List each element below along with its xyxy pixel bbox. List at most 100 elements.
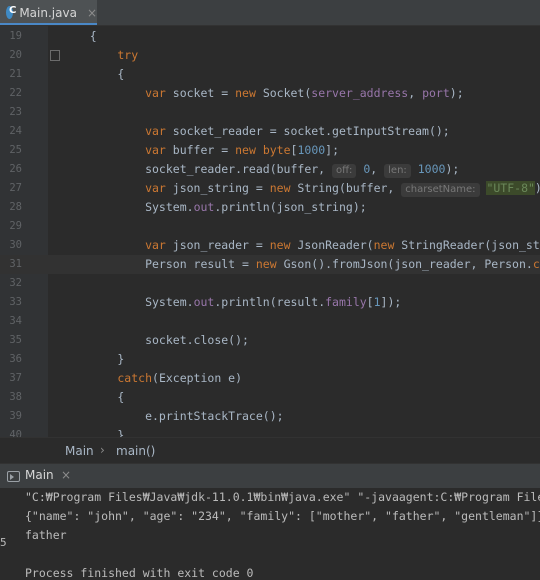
java-class-icon xyxy=(6,5,17,19)
code-line[interactable]: 21 { xyxy=(0,65,540,84)
code-token: (Exception e) xyxy=(152,371,243,385)
code-text: { xyxy=(62,27,97,46)
code-line[interactable]: 30 var json_reader = new JsonReader(new … xyxy=(0,236,540,255)
code-line[interactable]: 26 socket_reader.read(buffer, off: 0, le… xyxy=(0,160,540,179)
code-text: try xyxy=(62,46,138,65)
code-line[interactable]: 23 xyxy=(0,103,540,122)
code-text: var json_reader = new JsonReader(new Str… xyxy=(62,236,540,255)
line-number: 25 xyxy=(9,144,22,156)
code-token: ); xyxy=(445,162,460,176)
line-number: 37 xyxy=(9,372,22,384)
code-token: var xyxy=(62,86,166,100)
code-token: out xyxy=(193,295,215,309)
code-token: ]); xyxy=(380,295,402,309)
console-line-exit: Process finished with exit code 0 xyxy=(25,566,254,580)
code-token: out xyxy=(193,200,215,214)
console-line-command: "C:₩Program Files₩Java₩jdk-11.0.1₩bin₩ja… xyxy=(25,490,540,504)
console-line-json: {"name": "john", "age": "234", "family":… xyxy=(25,509,540,523)
code-line[interactable]: 27 var json_string = new String(buffer, … xyxy=(0,179,540,198)
code-text: var buffer = new byte[1000]; xyxy=(62,141,339,160)
code-line[interactable]: 33 System.out.println(result.family[1]); xyxy=(0,293,540,312)
code-text: } xyxy=(62,350,124,369)
code-token: socket_reader = socket.getInputStream(); xyxy=(165,124,450,138)
code-line[interactable]: 31 Person result = new Gson().fromJson(j… xyxy=(0,255,540,274)
code-token: var xyxy=(62,124,166,138)
console-line-result: father xyxy=(25,528,67,542)
code-token: System. xyxy=(62,295,194,309)
code-token: new xyxy=(373,238,395,252)
line-number: 23 xyxy=(9,106,22,118)
code-token: e.printStackTrace(); xyxy=(62,409,284,423)
line-number: 40 xyxy=(9,429,22,437)
active-tab-indicator xyxy=(0,23,97,25)
code-token: } xyxy=(62,352,125,366)
code-text: { xyxy=(62,65,124,84)
code-text: Person result = new Gson().fromJson(json… xyxy=(62,255,540,274)
code-text: System.out.println(result.family[1]); xyxy=(62,293,401,312)
code-line[interactable]: 39 e.printStackTrace(); xyxy=(0,407,540,426)
code-line[interactable]: 20 try xyxy=(0,46,540,65)
close-run-tab-icon[interactable]: × xyxy=(61,468,71,482)
line-number: 22 xyxy=(9,87,22,99)
code-token: { xyxy=(62,67,125,81)
code-line[interactable]: 24 var socket_reader = socket.getInputSt… xyxy=(0,122,540,141)
code-line[interactable]: 22 var socket = new Socket(server_addres… xyxy=(0,84,540,103)
parameter-hint: off: xyxy=(332,164,357,178)
code-line[interactable]: 28 System.out.println(json_string); xyxy=(0,198,540,217)
code-token: socket = xyxy=(165,86,236,100)
code-token: server_address xyxy=(311,86,409,100)
code-line[interactable]: 40 } xyxy=(0,426,540,437)
code-token: , xyxy=(370,162,385,176)
code-text: } xyxy=(62,426,124,437)
code-token: new xyxy=(269,181,291,195)
line-number: 31 xyxy=(9,258,22,270)
code-token: catch xyxy=(62,371,153,385)
code-token: 1000 xyxy=(297,143,326,157)
code-token: { xyxy=(62,390,125,404)
fold-marker-icon[interactable] xyxy=(50,50,60,61)
run-console[interactable]: 5 "C:₩Program Files₩Java₩jdk-11.0.1₩bin₩… xyxy=(0,488,540,580)
breadcrumb-class[interactable]: Main xyxy=(65,444,94,458)
code-token: class xyxy=(532,257,540,271)
run-console-icon xyxy=(7,471,20,482)
code-token: new xyxy=(235,86,256,100)
code-text: System.out.println(json_string); xyxy=(62,198,367,217)
code-line[interactable]: 38 { xyxy=(0,388,540,407)
code-line[interactable]: 34 xyxy=(0,312,540,331)
tab-label: Main.java xyxy=(19,5,77,20)
run-tab-label[interactable]: Main xyxy=(25,468,54,482)
line-number: 39 xyxy=(9,410,22,422)
code-line[interactable]: 32 xyxy=(0,274,540,293)
breadcrumb-method[interactable]: main() xyxy=(116,444,155,458)
editor-tab-bar: Main.java × xyxy=(0,0,540,26)
code-token: byte xyxy=(262,143,291,157)
code-token: String(buffer, xyxy=(290,181,402,195)
code-token: { xyxy=(62,29,97,43)
code-line[interactable]: 29 xyxy=(0,217,540,236)
code-token: ]; xyxy=(325,143,340,157)
code-token: 1000 xyxy=(417,162,446,176)
code-editor[interactable]: 19 {20 try 21 {22 var socket = new Socket… xyxy=(0,26,540,437)
code-line[interactable]: 25 var buffer = new byte[1000]; xyxy=(0,141,540,160)
code-line[interactable]: 35 socket.close(); xyxy=(0,331,540,350)
code-token: socket_reader.read(buffer, xyxy=(62,162,333,176)
code-token: Person result = xyxy=(62,257,256,271)
code-token: Gson().fromJson(json_reader, Person. xyxy=(276,257,533,271)
code-token: 1 xyxy=(373,295,381,309)
code-line[interactable]: 19 { xyxy=(0,27,540,46)
line-number: 21 xyxy=(9,68,22,80)
code-token: buffer = xyxy=(165,143,236,157)
close-tab-icon[interactable]: × xyxy=(87,6,97,20)
code-token: json_string = xyxy=(165,181,270,195)
code-token: port xyxy=(422,86,450,100)
line-number: 27 xyxy=(9,182,22,194)
line-number: 33 xyxy=(9,296,22,308)
parameter-hint: charsetName: xyxy=(401,183,480,197)
code-token: } xyxy=(62,428,125,437)
code-token: new xyxy=(269,238,291,252)
code-line[interactable]: 36 } xyxy=(0,350,540,369)
code-line[interactable]: 37 catch(Exception e) xyxy=(0,369,540,388)
tab-main-java[interactable]: Main.java × xyxy=(0,0,97,25)
